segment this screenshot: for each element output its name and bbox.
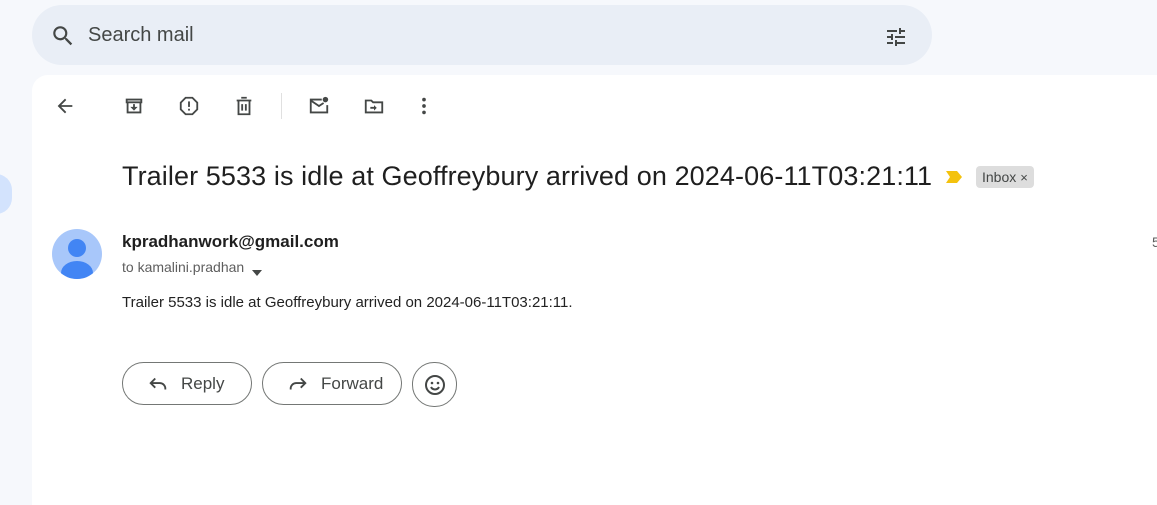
more-vert-icon[interactable] [413,95,435,117]
sender-address: kpradhanwork@gmail.com [122,232,339,251]
toolbar-divider [281,93,282,119]
move-to-icon[interactable] [363,95,385,117]
emoji-icon [424,374,445,395]
search-icon[interactable] [50,23,76,49]
inbox-label-chip[interactable]: Inbox × [976,166,1034,188]
caret-down-icon[interactable] [252,264,263,277]
archive-icon[interactable] [123,95,145,117]
reply-icon [149,377,167,389]
report-spam-icon[interactable] [178,95,200,117]
avatar[interactable] [52,229,102,279]
tune-icon[interactable] [883,25,909,49]
back-arrow-icon[interactable] [54,95,76,117]
search-bar[interactable] [32,5,932,65]
recipient-text: to kamalini.pradhan [122,259,245,275]
message-panel: Trailer 5533 is idle at Geoffreybury arr… [32,75,1157,505]
delete-icon[interactable] [233,95,255,117]
remove-label-icon[interactable]: × [1020,170,1028,185]
importance-marker-icon[interactable] [944,169,964,185]
recipient-line: to kamalini.pradhan [122,259,263,277]
emoji-reaction-button[interactable] [412,362,457,407]
forward-button[interactable]: Forward [262,362,402,405]
forward-icon [289,377,307,389]
email-body: Trailer 5533 is idle at Geoffreybury arr… [122,294,573,311]
nav-selection-indicator [0,174,12,214]
email-subject: Trailer 5533 is idle at Geoffreybury arr… [122,161,933,191]
mark-unread-icon[interactable] [308,95,330,117]
label-name: Inbox [982,169,1017,185]
search-input[interactable] [88,5,848,65]
reply-label: Reply [181,373,225,393]
reply-button[interactable]: Reply [122,362,252,405]
timestamp: 5 [1152,234,1157,250]
forward-label: Forward [321,373,384,393]
